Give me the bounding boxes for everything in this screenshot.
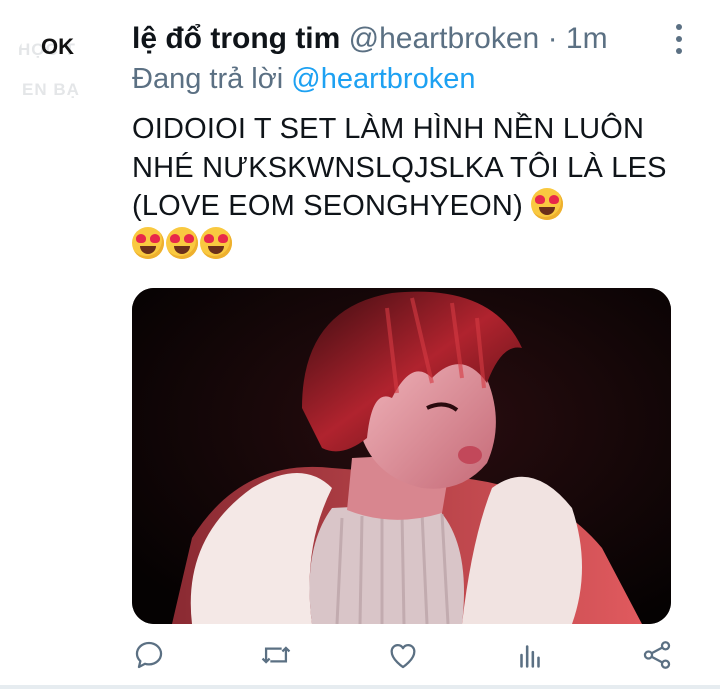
retweet-button[interactable] xyxy=(259,638,293,672)
analytics-button[interactable] xyxy=(513,638,547,672)
tweet-actions xyxy=(132,638,692,678)
tweet-text: OIDOIOI T SET LÀM HÌNH NỀN LUÔN NHÉ NƯKS… xyxy=(132,110,707,264)
share-button[interactable] xyxy=(640,638,674,672)
retweet-icon xyxy=(261,646,291,664)
tweet-body: OIDOIOI T SET LÀM HÌNH NỀN LUÔN NHÉ NƯKS… xyxy=(132,113,667,222)
timestamp[interactable]: 1m xyxy=(566,22,608,55)
reply-context: Đang trả lời @heartbroken xyxy=(132,60,475,98)
reply-button[interactable] xyxy=(132,638,166,672)
avatar-faded-text: EN BẠ xyxy=(22,80,80,99)
share-icon xyxy=(643,641,671,669)
bar-chart-icon xyxy=(520,645,540,668)
photo-image xyxy=(132,288,671,624)
reply-handle-link[interactable]: @heartbroken xyxy=(291,63,475,95)
divider xyxy=(0,685,720,689)
separator-dot: · xyxy=(547,22,558,55)
star-struck-emoji xyxy=(166,226,198,259)
display-name[interactable]: lệ đổ trong tim xyxy=(132,22,340,55)
like-button[interactable] xyxy=(386,638,420,672)
star-struck-emoji xyxy=(200,226,232,259)
star-struck-emoji xyxy=(132,226,164,259)
star-struck-emoji xyxy=(531,188,564,220)
heart-icon xyxy=(390,643,416,669)
avatar-label: OK xyxy=(41,34,74,59)
user-handle[interactable]: @heartbroken xyxy=(349,22,540,55)
tweet-media-photo[interactable] xyxy=(132,288,671,624)
comment-icon xyxy=(135,641,163,669)
avatar[interactable]: HỌC T EN BẠ OK xyxy=(14,18,118,122)
tweet-header: lệ đổ trong tim @heartbroken · 1m xyxy=(132,20,608,58)
more-options-icon[interactable] xyxy=(670,22,688,56)
reply-prefix: Đang trả lời xyxy=(132,63,284,95)
